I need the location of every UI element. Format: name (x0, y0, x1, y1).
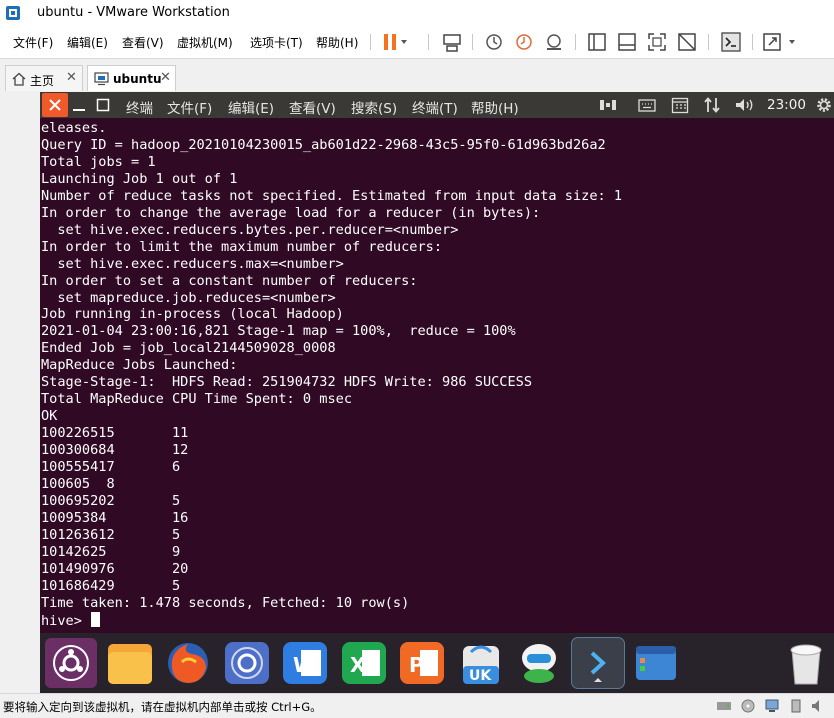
ubuntukylin-software-icon: UK (462, 645, 499, 684)
close-icon[interactable]: ✕ (66, 70, 77, 85)
terminal-menu-file[interactable]: 文件(F) (167, 97, 212, 117)
firefox-icon (168, 643, 208, 683)
svg-text:W: W (293, 653, 315, 677)
menu-file[interactable]: 文件(F) (13, 34, 53, 51)
files-folder-icon (107, 644, 152, 684)
svg-text:X: X (350, 653, 366, 677)
dock-item[interactable]: X (338, 638, 390, 688)
tab-home[interactable]: 主页 ✕ (5, 65, 83, 91)
terminal-menu-search[interactable]: 搜索(S) (351, 97, 397, 117)
toolbar-separator (752, 34, 753, 50)
revert-snapshot-icon[interactable] (513, 31, 535, 53)
input-method-icon[interactable] (599, 96, 617, 114)
calendar-icon[interactable] (671, 96, 689, 114)
usb-device-icon[interactable] (788, 698, 804, 714)
unity-mode-icon[interactable] (676, 31, 698, 53)
close-icon[interactable]: ✕ (160, 70, 171, 85)
network-icon[interactable] (703, 96, 721, 114)
svg-text:P: P (409, 653, 424, 677)
trash-icon (790, 644, 822, 685)
close-window-button[interactable] (42, 93, 68, 117)
menu-edit[interactable]: 编辑(E) (67, 34, 108, 51)
snapshot-manager-icon[interactable] (543, 31, 565, 53)
tab-ubuntu[interactable]: ubuntu ✕ (87, 65, 176, 91)
dock-item[interactable] (162, 638, 214, 688)
vmware-logo-icon (6, 6, 20, 20)
text-cursor (91, 611, 101, 627)
ubuntu-top-panel: 终端 文件(F) 编辑(E) 查看(V) 搜索(S) 终端(T) 帮助(H) 2… (40, 92, 834, 118)
show-library-icon[interactable] (586, 31, 608, 53)
sound-card-icon[interactable] (810, 698, 826, 714)
stretch-guest-icon[interactable] (762, 31, 800, 53)
terminal-menu-help[interactable]: 帮助(H) (471, 97, 519, 117)
cd-drive-icon[interactable] (740, 698, 756, 714)
toolbar-separator (428, 34, 429, 50)
snapshot-icon[interactable] (483, 31, 505, 53)
terminal-menu-view[interactable]: 查看(V) (289, 97, 336, 117)
dock-item[interactable] (780, 638, 832, 688)
chromium-icon (224, 642, 269, 684)
terminal-menu-edit[interactable]: 编辑(E) (228, 97, 274, 117)
robot-assistant-icon (522, 644, 556, 683)
maximize-icon[interactable] (96, 98, 110, 112)
tab-home-label: 主页 (30, 74, 55, 88)
tab-bar: 主页 ✕ ubuntu ✕ (0, 58, 834, 93)
dock-item[interactable] (513, 638, 565, 688)
vm-display[interactable]: 终端 文件(F) 编辑(E) 查看(V) 搜索(S) 终端(T) 帮助(H) 2… (40, 92, 834, 693)
close-icon (49, 99, 61, 111)
keyboard-icon[interactable] (638, 96, 656, 114)
terminal-icon (590, 651, 606, 682)
dock-item[interactable] (104, 638, 156, 688)
clock[interactable]: 23:00 (767, 97, 806, 113)
network-adapter-icon[interactable] (764, 698, 780, 714)
send-ctrl-alt-del-icon[interactable] (441, 31, 463, 53)
status-bar: 要将输入定向到该虚拟机，请在虚拟机内部单击或按 Ctrl+G。 (0, 693, 834, 718)
ubuntu-app-name: 终端 (126, 101, 153, 117)
hard-disk-icon[interactable] (716, 698, 732, 714)
window-titlebar: ubuntu - VMware Workstation (0, 0, 834, 26)
wps-writer-icon: W (283, 642, 327, 684)
full-screen-icon[interactable] (646, 31, 668, 53)
menu-help[interactable]: 帮助(H) (316, 34, 358, 51)
pause-icon[interactable] (380, 31, 410, 53)
wps-spreadsheet-icon: X (341, 642, 386, 684)
minimize-icon[interactable] (72, 98, 86, 112)
dock-item[interactable] (45, 638, 97, 688)
toolbar-separator (370, 34, 371, 50)
thumbnail-bar-icon[interactable] (616, 31, 638, 53)
workspace-switcher-icon (636, 646, 676, 680)
menu-vm[interactable]: 虚拟机(M) (177, 34, 233, 51)
wps-presentation-icon: P (400, 642, 444, 684)
volume-icon[interactable] (734, 96, 756, 114)
menu-tabs[interactable]: 选项卡(T) (250, 34, 303, 51)
toolbar-separator (575, 34, 576, 50)
toolbar-separator (708, 34, 709, 50)
dock-item-label: UK (469, 668, 492, 684)
hive-prompt: hive> (41, 612, 91, 629)
window-title: ubuntu - VMware Workstation (37, 5, 230, 20)
terminal-output[interactable]: eleases. Query ID = hadoop_2021010423001… (41, 120, 831, 632)
menubar: 文件(F) 编辑(E) 查看(V) 虚拟机(M) 选项卡(T) 帮助(H) (0, 26, 834, 58)
toolbar-separator (472, 34, 473, 50)
console-view-icon[interactable] (720, 31, 742, 53)
dock-item[interactable] (570, 637, 625, 689)
settings-gear-icon[interactable] (815, 96, 833, 114)
home-icon (12, 72, 26, 86)
menu-view[interactable]: 查看(V) (122, 34, 164, 51)
vm-icon (94, 72, 109, 86)
ubuntu-dock: W X P UK (40, 633, 834, 693)
terminal-menu-terminal[interactable]: 终端(T) (412, 97, 458, 117)
dock-item[interactable] (630, 638, 682, 688)
dock-item[interactable]: UK (455, 638, 507, 688)
tab-ubuntu-label: ubuntu (113, 72, 162, 86)
dock-item[interactable]: P (396, 638, 448, 688)
dock-item[interactable]: W (279, 638, 331, 688)
status-text: 要将输入定向到该虚拟机，请在虚拟机内部单击或按 Ctrl+G。 (3, 700, 322, 714)
dock-item[interactable] (221, 638, 273, 688)
ubuntu-logo-icon (53, 645, 89, 681)
terminal-lines: eleases. Query ID = hadoop_2021010423001… (41, 120, 623, 611)
